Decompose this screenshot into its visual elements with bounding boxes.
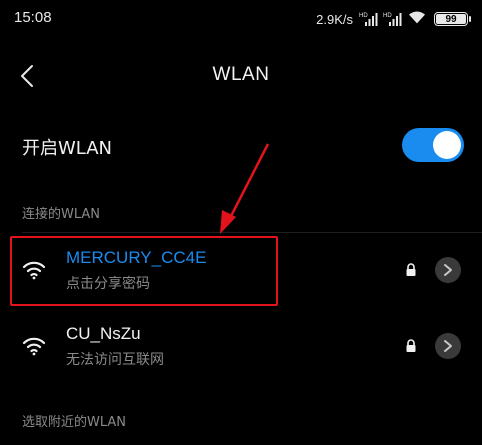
lock-icon xyxy=(406,263,416,276)
wifi-status-icon xyxy=(407,9,427,29)
network-speed: 2.9K/s xyxy=(316,11,353,27)
status-bar: 15:08 2.9K/s HD HD 99 xyxy=(0,0,482,40)
svg-text:HD: HD xyxy=(383,13,392,19)
title-bar: WLAN xyxy=(0,56,482,96)
battery-icon: 99 xyxy=(434,12,471,26)
cellular-signal-2-icon: HD xyxy=(383,11,403,27)
divider xyxy=(22,232,482,233)
toggle-knob xyxy=(433,131,461,159)
network-details-button[interactable] xyxy=(435,333,461,359)
network-item-cu-nszu[interactable]: CU_NsZu 无法访问互联网 xyxy=(0,312,482,382)
battery-level: 99 xyxy=(445,13,457,25)
wlan-toggle-label: 开启WLAN xyxy=(22,138,113,159)
section-connected-header: 连接的WLAN xyxy=(22,207,101,222)
lock-icon xyxy=(406,339,416,352)
status-time: 15:08 xyxy=(14,9,52,26)
svg-text:HD: HD xyxy=(359,13,368,19)
wlan-toggle-row[interactable]: 开启WLAN xyxy=(0,120,482,172)
page-title: WLAN xyxy=(212,64,270,85)
chevron-right-icon xyxy=(444,340,452,352)
network-details-button[interactable] xyxy=(435,257,461,283)
network-status: 无法访问互联网 xyxy=(66,352,164,368)
status-icons: 2.9K/s HD HD 99 xyxy=(316,9,471,29)
cellular-signal-icon: HD xyxy=(359,11,379,27)
chevron-right-icon xyxy=(444,264,452,276)
network-ssid: CU_NsZu xyxy=(66,324,141,343)
wifi-signal-icon xyxy=(22,337,46,356)
wlan-toggle-switch[interactable] xyxy=(402,128,464,162)
section-nearby-header: 选取附近的WLAN xyxy=(22,415,127,430)
annotation-highlight-box xyxy=(10,236,278,306)
